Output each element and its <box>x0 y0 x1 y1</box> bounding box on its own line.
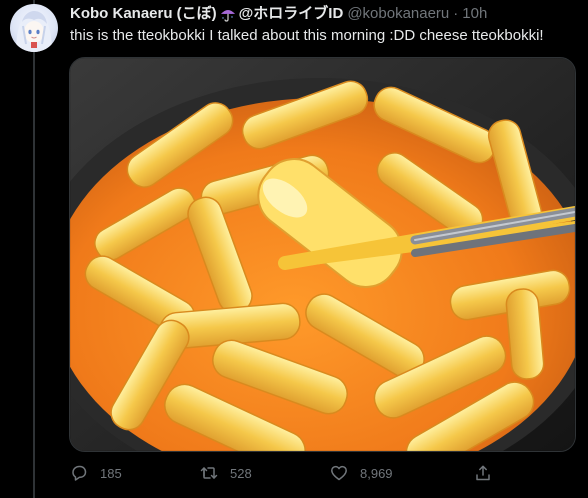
reply-button[interactable]: 185 <box>70 460 122 486</box>
tweet-actions: 185 528 8,969 <box>69 460 509 486</box>
separator-dot: · <box>453 5 459 22</box>
retweet-icon <box>200 464 218 482</box>
tweet-header: Kobo Kanaeru (こぼ) @ホロライブID @kobokanaeru … <box>70 4 487 24</box>
tweet[interactable]: Kobo Kanaeru (こぼ) @ホロライブID @kobokanaeru … <box>0 0 588 498</box>
timestamp[interactable]: 10h <box>462 4 487 24</box>
like-count: 8,969 <box>360 465 393 481</box>
user-handle[interactable]: @kobokanaeru <box>347 4 449 24</box>
display-name[interactable]: Kobo Kanaeru (こぼ) <box>70 4 217 24</box>
retweet-count: 528 <box>230 465 252 481</box>
reply-icon <box>70 464 88 482</box>
tweet-photo[interactable] <box>69 57 576 452</box>
like-button[interactable]: 8,969 <box>330 460 393 486</box>
thread-line <box>33 0 35 498</box>
reply-count: 185 <box>100 465 122 481</box>
share-button[interactable] <box>474 460 504 486</box>
avatar[interactable] <box>10 4 58 52</box>
tweet-text: this is the tteokbokki I talked about th… <box>70 27 544 44</box>
share-icon <box>474 464 492 482</box>
umbrella-icon <box>220 6 236 22</box>
retweet-button[interactable]: 528 <box>200 460 252 486</box>
org-tag: @ホロライブID <box>238 5 344 22</box>
like-icon <box>330 464 348 482</box>
tteokbokki-photo <box>70 58 575 451</box>
